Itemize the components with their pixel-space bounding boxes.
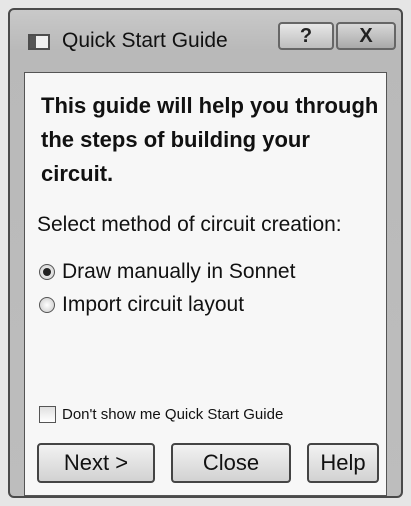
option-label: Import circuit layout xyxy=(62,293,245,316)
next-button[interactable]: Next > xyxy=(37,443,155,483)
window-title: Quick Start Guide xyxy=(62,29,228,52)
close-button[interactable]: Close xyxy=(171,443,291,483)
intro-text: This guide will help you through the ste… xyxy=(41,93,379,186)
close-icon: X xyxy=(359,25,373,47)
option-import-layout[interactable]: Import circuit layout xyxy=(39,293,244,317)
radio-button[interactable] xyxy=(39,297,55,313)
app-window-icon xyxy=(28,34,50,50)
option-label: Draw manually in Sonnet xyxy=(62,260,296,283)
dialog-content: This guide will help you through the ste… xyxy=(24,72,387,496)
help-button[interactable]: Help xyxy=(307,443,379,483)
option-draw-manually[interactable]: Draw manually in Sonnet xyxy=(39,260,295,284)
dont-show-checkbox[interactable] xyxy=(39,406,56,423)
title-help-button[interactable]: ? xyxy=(278,22,334,50)
question-icon: ? xyxy=(299,25,313,47)
quick-start-guide-window: Quick Start Guide ? X This guide will he… xyxy=(8,8,403,498)
dont-show-option[interactable]: Don't show me Quick Start Guide xyxy=(39,406,283,423)
dont-show-label: Don't show me Quick Start Guide xyxy=(62,406,284,423)
radio-button-selected[interactable] xyxy=(39,264,55,280)
method-prompt: Select method of circuit creation: xyxy=(37,213,342,236)
title-close-button[interactable]: X xyxy=(336,22,396,50)
title-bar[interactable]: Quick Start Guide ? X xyxy=(10,10,401,62)
